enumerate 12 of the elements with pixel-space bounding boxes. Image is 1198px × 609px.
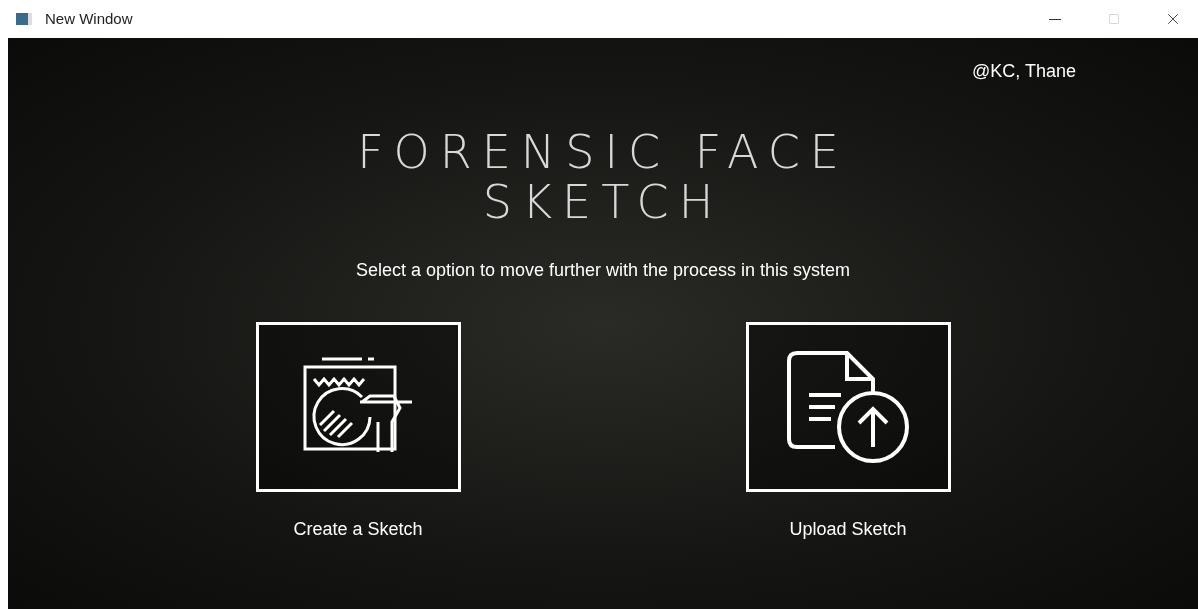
maximize-icon xyxy=(1108,13,1120,25)
option-label: Upload Sketch xyxy=(789,518,907,541)
app-title: FORENSIC FACE SKETCH xyxy=(356,127,850,227)
credit-text: @KC, Thane xyxy=(972,61,1076,81)
document-upload-icon xyxy=(785,351,911,463)
option-label: Create a Sketch xyxy=(293,518,423,541)
option-button[interactable] xyxy=(255,322,461,492)
subtitle-text: Select a option to move further with the process in this system xyxy=(355,259,851,282)
app-icon xyxy=(16,13,32,25)
option-button[interactable] xyxy=(745,322,951,492)
window-title: New Window xyxy=(45,8,133,29)
minimize-icon xyxy=(1049,18,1061,20)
